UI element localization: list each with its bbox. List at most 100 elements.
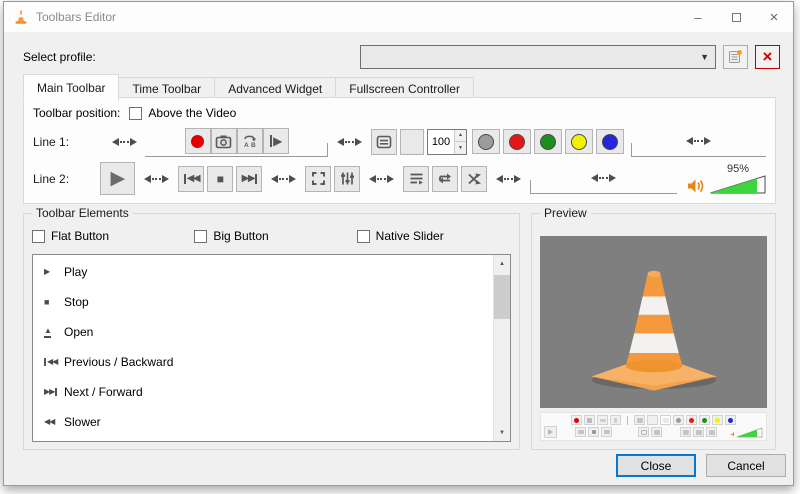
equalizer-icon [340, 171, 355, 186]
mini-next-icon [601, 427, 612, 437]
line2-label: Line 2: [33, 172, 100, 186]
yellow-dot-button[interactable] [565, 129, 593, 154]
stop-icon: ■ [44, 298, 48, 307]
minimize-button[interactable]: – [679, 2, 717, 32]
mini-shuffle-icon [706, 427, 717, 437]
preview-title: Preview [540, 206, 591, 220]
stop-button[interactable]: ■ [207, 166, 233, 192]
blank-widget[interactable] [400, 129, 424, 155]
loop-button[interactable] [432, 166, 458, 192]
native-slider-label: Native Slider [376, 229, 444, 243]
list-scrollbar[interactable]: ▲ ▼ [493, 255, 510, 441]
delete-profile-button[interactable]: × [755, 45, 780, 69]
flat-button-checkbox-item[interactable]: Flat Button [32, 229, 194, 243]
native-slider-checkbox-item[interactable]: Native Slider [357, 229, 519, 243]
camera-icon [215, 134, 232, 149]
mini-record-icon [571, 415, 582, 425]
line2-row: Line 2: ▶ ◀◀ ■ ▶▶ [33, 160, 766, 197]
mini-spinner [660, 415, 671, 425]
menu-button[interactable] [371, 129, 397, 155]
size-spinner[interactable]: 100 ▲ ▼ [427, 129, 467, 155]
fullscreen-icon [311, 171, 326, 186]
flat-button-label: Flat Button [51, 229, 109, 243]
toolbar-elements-title: Toolbar Elements [32, 206, 133, 220]
volume-slider[interactable] [710, 175, 766, 194]
gray-dot-button[interactable] [472, 129, 500, 154]
red-dot-button[interactable] [503, 129, 531, 154]
elements-listbox: ▶ Play ■ Stop ▲ Open ◀◀ Previous / Backw… [32, 254, 511, 442]
scrollbar-thumb[interactable] [494, 275, 510, 319]
line1-empty-zone [631, 126, 766, 157]
snapshot-button[interactable] [211, 128, 237, 154]
next-icon: ▶▶ [242, 174, 257, 184]
fullscreen-button[interactable] [305, 166, 331, 192]
loop-icon [437, 171, 453, 186]
spacer-widget[interactable] [144, 175, 169, 183]
next-button[interactable]: ▶▶ [236, 166, 262, 192]
spacer-widget[interactable] [686, 137, 711, 145]
green-dot-button[interactable] [534, 129, 562, 154]
volume-widget[interactable]: 95% [687, 164, 766, 194]
mini-camera-icon [584, 415, 595, 425]
titlebar: Toolbars Editor – × [4, 2, 793, 32]
list-item-play[interactable]: ▶ Play [33, 257, 493, 287]
shuffle-button[interactable] [461, 166, 487, 192]
ab-loop-button[interactable]: A B [237, 128, 263, 154]
big-button-checkbox[interactable] [194, 230, 207, 243]
previous-button[interactable]: ◀◀ [178, 166, 204, 192]
spacer-widget[interactable] [369, 175, 394, 183]
mini-playlist-icon [680, 427, 691, 437]
svg-text:B: B [251, 142, 256, 149]
spinner-down-icon[interactable]: ▼ [455, 142, 466, 154]
svg-text:A: A [244, 142, 249, 149]
spacer-widget[interactable] [271, 175, 296, 183]
line1-label: Line 1: [33, 135, 112, 149]
big-button-label: Big Button [213, 229, 268, 243]
profile-dropdown[interactable]: ▼ [360, 45, 716, 69]
tab-main-toolbar[interactable]: Main Toolbar [23, 74, 119, 101]
spacer-widget[interactable] [496, 175, 521, 183]
mini-frame-icon [610, 415, 621, 425]
list-item-label: Next / Forward [64, 385, 143, 399]
spacer-widget[interactable] [112, 138, 137, 146]
mini-equalizer-icon [651, 427, 662, 437]
record-button[interactable] [185, 128, 211, 154]
cancel-button[interactable]: Cancel [706, 454, 786, 477]
list-item-next[interactable]: ▶▶ Next / Forward [33, 377, 493, 407]
above-video-label[interactable]: Above the Video [148, 106, 236, 120]
mini-gray-dot-icon [673, 415, 684, 425]
slower-icon: ◀◀ [44, 418, 54, 426]
spacer-widget[interactable] [591, 174, 616, 182]
maximize-button[interactable] [717, 2, 755, 32]
flat-button-checkbox[interactable] [32, 230, 45, 243]
close-button[interactable]: Close [616, 454, 696, 477]
big-button-checkbox-item[interactable]: Big Button [194, 229, 356, 243]
scroll-down-icon[interactable]: ▼ [494, 424, 510, 441]
frame-by-frame-button[interactable]: ▶ [263, 128, 289, 154]
line2-slider-zone [530, 163, 677, 194]
list-item-previous[interactable]: ◀◀ Previous / Backward [33, 347, 493, 377]
playlist-button[interactable] [403, 166, 429, 192]
close-window-button[interactable]: × [755, 2, 793, 32]
volume-percent-label: 95% [727, 164, 749, 175]
vlc-cone-image [569, 247, 739, 397]
eject-icon: ▲ [44, 327, 51, 338]
play-button[interactable]: ▶ [100, 162, 135, 195]
equalizer-button[interactable] [334, 166, 360, 192]
record-icon [191, 135, 204, 148]
toolbar-position-label: Toolbar position: [33, 106, 120, 120]
list-item-open[interactable]: ▲ Open [33, 317, 493, 347]
chevron-down-icon: ▼ [700, 52, 709, 62]
blue-dot-button[interactable] [596, 129, 624, 154]
above-video-checkbox[interactable] [129, 107, 142, 120]
spinner-up-icon[interactable]: ▲ [455, 130, 466, 143]
mini-yellow-dot-icon [712, 415, 723, 425]
new-profile-button[interactable] [723, 45, 748, 69]
list-item-label: Open [64, 325, 93, 339]
toolbars-editor-dialog: Toolbars Editor – × Select profile: ▼ × … [3, 1, 794, 486]
list-item-stop[interactable]: ■ Stop [33, 287, 493, 317]
spacer-widget[interactable] [337, 138, 362, 146]
native-slider-checkbox[interactable] [357, 230, 370, 243]
scroll-up-icon[interactable]: ▲ [494, 255, 510, 272]
list-item-slower[interactable]: ◀◀ Slower [33, 407, 493, 437]
